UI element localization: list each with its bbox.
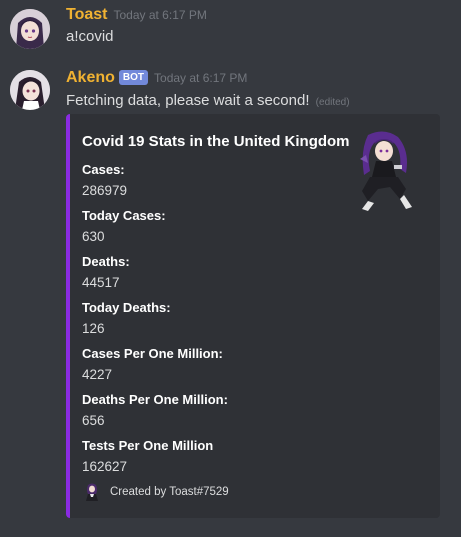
field-name: Cases: — [82, 162, 125, 177]
embed-field: Cases: 286979 — [82, 162, 127, 200]
field-value: 162627 — [82, 459, 128, 474]
timestamp: Today at 6:17 PM — [113, 8, 207, 22]
avatar-akeno[interactable] — [10, 70, 50, 110]
timestamp: Today at 6:17 PM — [154, 71, 248, 85]
message-content: Fetching data, please wait a second! (ed… — [66, 92, 350, 109]
username[interactable]: Akeno — [66, 69, 115, 86]
embed-field: Deaths: 44517 — [82, 254, 130, 292]
field-name: Cases Per One Million: — [82, 346, 223, 361]
embed-field: Today Deaths: 126 — [82, 300, 171, 338]
message-toast: Toast Today at 6:17 PM a!covid — [0, 0, 461, 56]
embed-field: Deaths Per One Million: 656 — [82, 392, 228, 430]
message-text: Fetching data, please wait a second! — [66, 92, 310, 109]
rich-embed: Covid 19 Stats in the United Kingdom Cas… — [66, 114, 440, 518]
field-name: Deaths Per One Million: — [82, 392, 228, 407]
field-value: 656 — [82, 413, 105, 428]
avatar-toast[interactable] — [10, 9, 50, 49]
field-name: Today Deaths: — [82, 300, 171, 315]
message-header: Akeno BOT Today at 6:17 PM — [66, 69, 247, 87]
embed-field: Today Cases: 630 — [82, 208, 166, 246]
footer-text: Created by Toast#7529 — [110, 486, 229, 498]
field-name: Tests Per One Million — [82, 438, 214, 453]
field-value: 4227 — [82, 367, 113, 382]
username[interactable]: Toast — [66, 6, 107, 23]
embed-footer: Created by Toast#7529 — [82, 482, 229, 502]
field-value: 44517 — [82, 275, 120, 290]
message-content: a!covid — [66, 28, 114, 45]
field-value: 630 — [82, 229, 105, 244]
field-name: Deaths: — [82, 254, 130, 269]
edited-label: (edited) — [315, 97, 350, 108]
field-value: 126 — [82, 321, 105, 336]
anime-avatar-icon — [10, 70, 50, 110]
embed-title: Covid 19 Stats in the United Kingdom — [82, 133, 350, 150]
anime-character-thumbnail-icon[interactable] — [354, 129, 416, 211]
field-value: 286979 — [82, 183, 128, 198]
bot-tag: BOT — [118, 70, 149, 85]
embed-field: Cases Per One Million: 4227 — [82, 346, 223, 384]
field-name: Today Cases: — [82, 208, 166, 223]
embed-field: Tests Per One Million 162627 — [82, 438, 213, 476]
footer-character-icon — [86, 483, 98, 501]
message-header: Toast Today at 6:17 PM — [66, 6, 207, 24]
anime-avatar-icon — [10, 9, 50, 49]
